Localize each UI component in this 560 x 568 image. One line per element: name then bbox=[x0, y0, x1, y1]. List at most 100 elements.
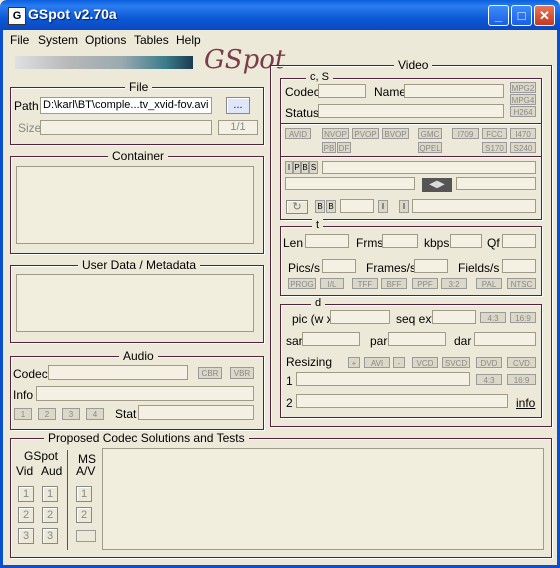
refresh-icon[interactable]: ↻ bbox=[286, 200, 308, 214]
resize-row2-label: 2 bbox=[286, 396, 293, 410]
h264-tag: H264 bbox=[510, 106, 536, 117]
av-label: A/V bbox=[76, 464, 96, 478]
audio-stream-2-button[interactable]: 2 bbox=[38, 408, 56, 420]
kbps-field bbox=[450, 234, 482, 248]
qf-label: Qf bbox=[487, 236, 500, 250]
gmc-tag: GMC bbox=[418, 128, 442, 139]
audio-stream-1-button[interactable]: 1 bbox=[14, 408, 32, 420]
interlaced-tag: I/L bbox=[320, 278, 344, 289]
app-icon: G bbox=[8, 7, 26, 25]
pb-tag: PB bbox=[322, 142, 336, 153]
frames-label: Frames/s bbox=[366, 261, 417, 275]
audio-info-field bbox=[36, 386, 254, 401]
frame-b-tag: B bbox=[301, 161, 309, 174]
resize-row1-label: 1 bbox=[286, 374, 293, 388]
file-counter: 1/1 bbox=[218, 120, 258, 135]
vbr-tag: VBR bbox=[230, 367, 254, 379]
resize-avi-tag: AVI bbox=[364, 357, 390, 368]
minimize-button[interactable]: _ bbox=[488, 5, 509, 26]
vid-2-button[interactable]: 2 bbox=[18, 507, 34, 523]
size-label: Size bbox=[18, 121, 42, 135]
aud-3-button[interactable]: 3 bbox=[42, 528, 58, 544]
i-field bbox=[412, 199, 536, 213]
frame-left-field bbox=[285, 177, 415, 190]
aud-label: Aud bbox=[41, 464, 63, 478]
resize-row1-field bbox=[296, 372, 470, 386]
window-title: GSpot v2.70a bbox=[28, 6, 117, 22]
nvop-tag: NVOP bbox=[322, 128, 349, 139]
file-group bbox=[10, 87, 264, 145]
aud-1-button[interactable]: 1 bbox=[42, 486, 58, 502]
proposed-divider bbox=[67, 450, 68, 550]
aud-2-button[interactable]: 2 bbox=[42, 507, 58, 523]
frame-s-tag: S bbox=[309, 161, 318, 174]
i2-tag: I bbox=[399, 200, 409, 213]
ms-2-button[interactable]: 2 bbox=[76, 507, 92, 523]
d-label: d bbox=[311, 297, 326, 309]
video-name-label: Name bbox=[374, 85, 407, 99]
dar-label: dar bbox=[454, 334, 472, 348]
resize-cvd-tag: CVD bbox=[507, 357, 536, 368]
row1-ar-16-9-tag: 16:9 bbox=[507, 374, 536, 385]
ar-4-3-tag: 4:3 bbox=[480, 312, 506, 323]
s240-tag: S240 bbox=[510, 142, 536, 153]
dar-field bbox=[474, 332, 536, 346]
video-group-label: Video bbox=[394, 58, 433, 72]
ms-1-button[interactable]: 1 bbox=[76, 486, 92, 502]
pb-field bbox=[340, 199, 374, 213]
mpg4-tag: MPG4 bbox=[510, 94, 536, 105]
sar-label: sar bbox=[286, 334, 303, 348]
close-button[interactable]: ✕ bbox=[534, 5, 555, 26]
browse-button[interactable]: ... bbox=[226, 97, 250, 114]
container-field bbox=[16, 166, 254, 244]
info-link[interactable]: info bbox=[516, 396, 535, 410]
i470-tag: I470 bbox=[510, 128, 536, 139]
bff-tag: BFF bbox=[381, 278, 407, 289]
resize-plus-tag: + bbox=[348, 357, 360, 368]
audio-group-label: Audio bbox=[119, 349, 158, 363]
menu-system[interactable]: System bbox=[38, 33, 78, 47]
audio-stream-3-button[interactable]: 3 bbox=[62, 408, 80, 420]
pb-b2-tag: B bbox=[326, 200, 336, 213]
menu-help[interactable]: Help bbox=[176, 33, 201, 47]
cbr-tag: CBR bbox=[198, 367, 222, 379]
frame-i-tag: I bbox=[285, 161, 293, 174]
frms-label: Frms bbox=[356, 236, 384, 250]
path-label: Path bbox=[14, 99, 39, 113]
ms-blank-button[interactable] bbox=[76, 530, 96, 542]
video-name-field bbox=[404, 84, 504, 98]
userdata-field bbox=[16, 274, 254, 332]
path-field[interactable]: D:\karl\BT\comple...tv_xvid-fov.avi bbox=[40, 97, 212, 114]
ntsc-tag: NTSC bbox=[507, 278, 536, 289]
title-bar[interactable]: G GSpot v2.70a _ □ ✕ bbox=[0, 0, 560, 30]
par-label: par bbox=[370, 334, 388, 348]
vid-3-button[interactable]: 3 bbox=[18, 528, 34, 544]
menu-tables[interactable]: Tables bbox=[134, 33, 169, 47]
pic-field bbox=[330, 310, 390, 324]
menu-file[interactable]: File bbox=[10, 33, 29, 47]
t-label: t bbox=[312, 219, 324, 231]
fields-label: Fields/s bbox=[458, 261, 500, 275]
audio-stream-4-button[interactable]: 4 bbox=[86, 408, 104, 420]
pal-tag: PAL bbox=[476, 278, 502, 289]
resize-vcd-tag: VCD bbox=[412, 357, 438, 368]
pb-b1-tag: B bbox=[315, 200, 325, 213]
ppf-tag: PPF bbox=[412, 278, 438, 289]
resize-row2-field bbox=[296, 394, 508, 408]
i1-tag: I bbox=[378, 200, 388, 213]
video-status-label: Status bbox=[285, 106, 320, 120]
qf-field bbox=[502, 234, 536, 248]
pic-label: pic (w x bbox=[292, 312, 333, 326]
container-group-label: Container bbox=[108, 149, 169, 163]
proposed-group-label: Proposed Codec Solutions and Tests bbox=[44, 431, 249, 445]
fcc-tag: FCC bbox=[482, 128, 507, 139]
resizing-label: Resizing bbox=[286, 355, 333, 369]
vid-1-button[interactable]: 1 bbox=[18, 486, 34, 502]
fields-field bbox=[502, 259, 536, 273]
audio-info-label: Info bbox=[13, 388, 34, 402]
mpg2-tag: MPG2 bbox=[510, 82, 536, 93]
frms-field bbox=[382, 234, 418, 248]
maximize-button[interactable]: □ bbox=[511, 5, 532, 26]
menu-options[interactable]: Options bbox=[85, 33, 126, 47]
pics-label: Pics/s bbox=[288, 261, 321, 275]
